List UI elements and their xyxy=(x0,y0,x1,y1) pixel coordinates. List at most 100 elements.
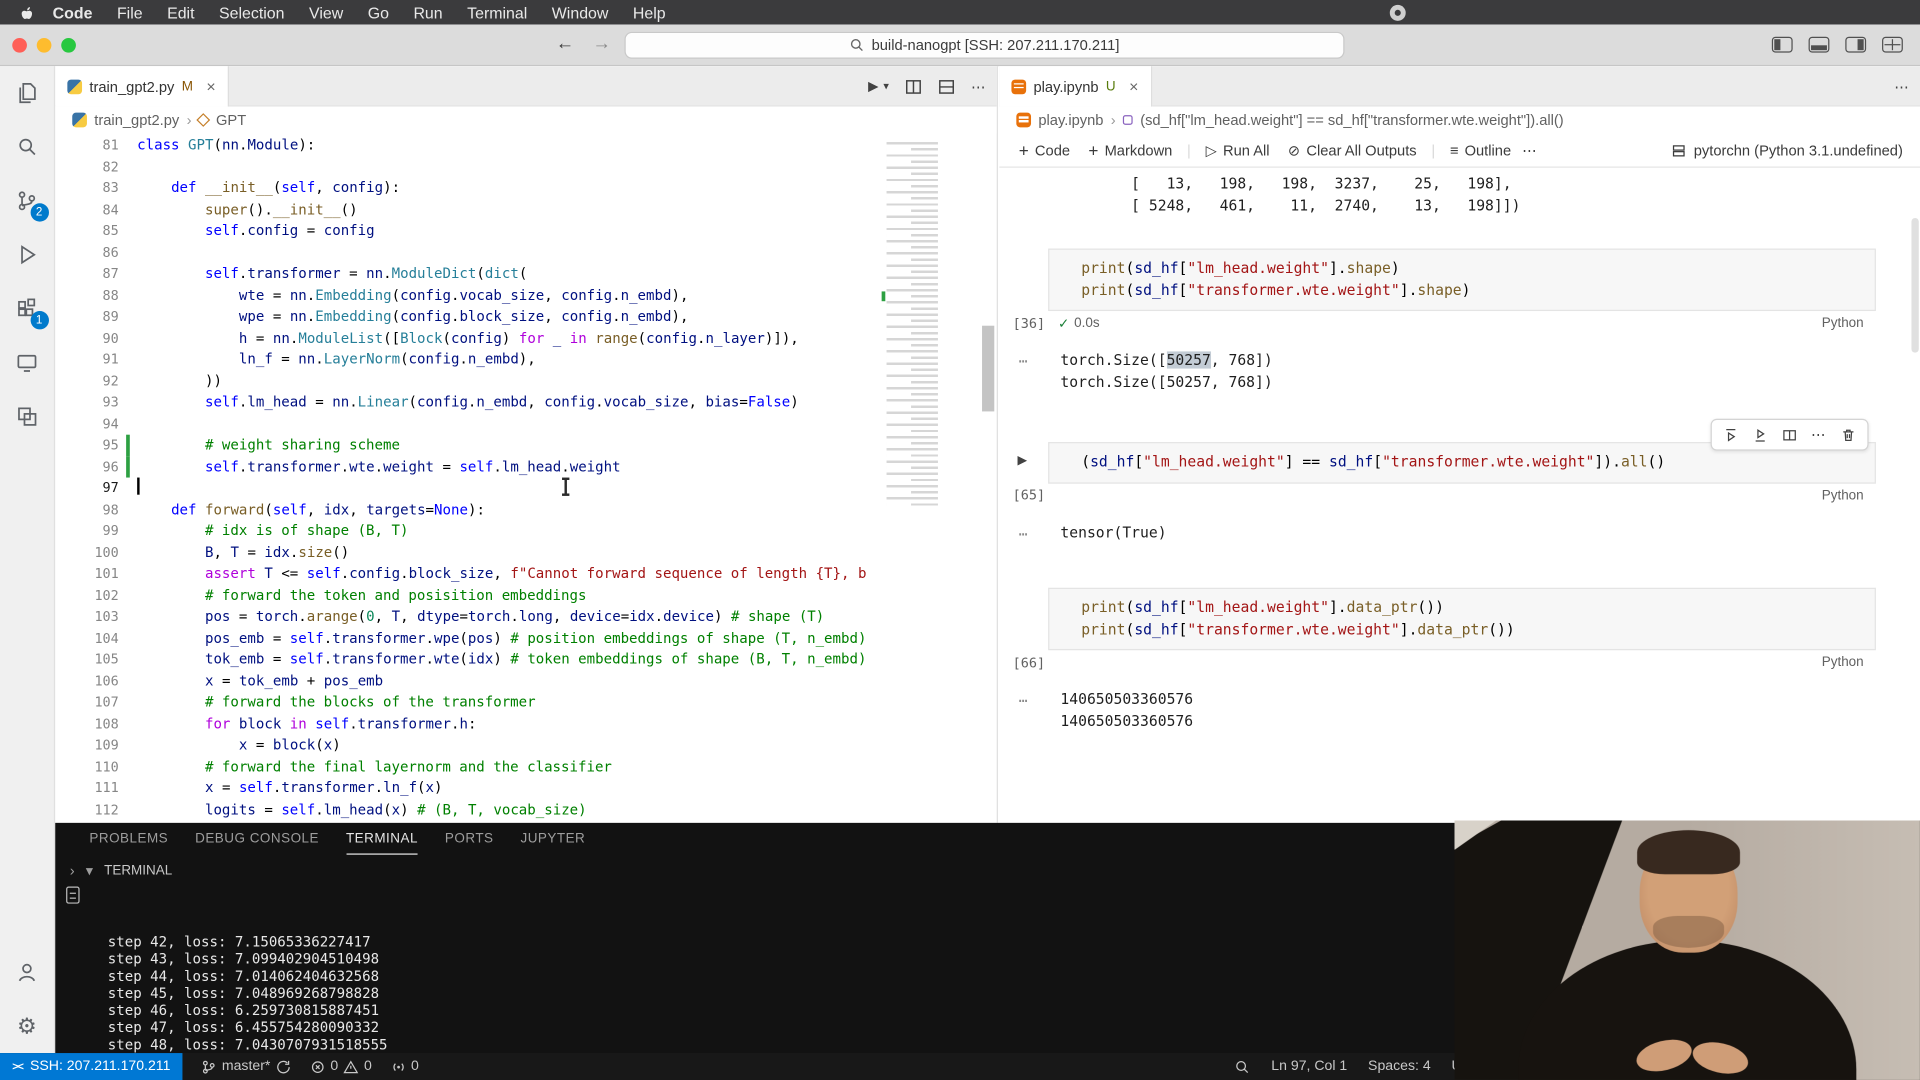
line-number[interactable]: 111 xyxy=(55,778,118,799)
close-tab-icon[interactable]: × xyxy=(206,77,215,95)
line-number[interactable]: 100 xyxy=(55,542,118,563)
screen-recorder-icon[interactable] xyxy=(1389,4,1406,21)
line-number[interactable]: 81 xyxy=(55,135,119,156)
line-number[interactable]: 97 xyxy=(55,478,119,499)
chevron-down-icon[interactable]: ▾ xyxy=(86,862,93,879)
line-number[interactable]: 83 xyxy=(55,178,119,199)
problems-indicator[interactable]: 0 0 xyxy=(310,1059,372,1075)
line-number[interactable]: 104 xyxy=(55,628,118,649)
toggle-secondary-sidebar-icon[interactable] xyxy=(1845,36,1867,53)
run-all-button[interactable]: ▷ Run All xyxy=(1198,141,1277,158)
breadcrumb-file[interactable]: play.ipynb xyxy=(1038,111,1103,128)
split-cell-icon[interactable] xyxy=(1782,427,1798,443)
outline-button[interactable]: ≡ Outline xyxy=(1443,141,1519,158)
code-line-91[interactable]: 91 ln_f = nn.LayerNorm(config.n_embd), xyxy=(55,349,997,370)
run-cell-button[interactable]: ▶ xyxy=(1018,454,1027,467)
go-forward-button[interactable]: → xyxy=(593,33,611,54)
add-markdown-cell-button[interactable]: + Markdown xyxy=(1081,141,1180,158)
panel-tab-debug-console[interactable]: DEBUG CONSOLE xyxy=(195,823,319,855)
menu-item-window[interactable]: Window xyxy=(540,3,621,21)
run-python-file-button[interactable]: ▶ xyxy=(868,78,878,95)
run-below-icon[interactable] xyxy=(1752,427,1768,443)
code-line-104[interactable]: 104 pos_emb = self.transformer.wpe(pos) … xyxy=(55,628,997,649)
code-line-83[interactable]: 83 def __init__(self, config): xyxy=(55,178,997,199)
line-number[interactable]: 82 xyxy=(55,156,119,177)
chevron-right-icon[interactable]: › xyxy=(70,862,75,879)
kernel-picker[interactable]: pytorchn (Python 3.1.undefined) xyxy=(1672,141,1908,159)
editor-scrollbar[interactable] xyxy=(980,135,997,823)
apple-menu-icon[interactable] xyxy=(17,3,33,21)
line-number[interactable]: 108 xyxy=(55,713,118,734)
code-line-86[interactable]: 86 xyxy=(55,242,997,263)
output-collapse-indicator[interactable]: ⋯ xyxy=(1019,351,1029,372)
code-line-107[interactable]: 107 # forward the blocks of the transfor… xyxy=(55,692,997,713)
code-line-94[interactable]: 94 xyxy=(55,413,997,434)
line-number[interactable]: 85 xyxy=(55,220,119,241)
code-line-93[interactable]: 93 self.lm_head = nn.Linear(config.n_emb… xyxy=(55,392,997,413)
code-line-101[interactable]: 101 assert T <= self.config.block_size, … xyxy=(55,563,997,584)
code-line-81[interactable]: 81 class GPT(nn.Module): xyxy=(55,135,997,156)
notebook-cell[interactable]: ⋯ ▶ (sd_hf["lm_head.weight"] == sd_hf["tra… xyxy=(1013,418,1876,508)
code-line-89[interactable]: 89 wpe = nn.Embedding(config.block_size,… xyxy=(55,306,997,327)
cell-language-picker[interactable]: Python xyxy=(1822,316,1876,331)
line-number[interactable]: 95 xyxy=(55,435,119,456)
code-line-106[interactable]: 106 x = tok_emb + pos_emb xyxy=(55,670,997,691)
line-number[interactable]: 89 xyxy=(55,306,119,327)
menu-item-edit[interactable]: Edit xyxy=(155,3,207,21)
cell-language-picker[interactable]: Python xyxy=(1822,488,1876,503)
line-number[interactable]: 106 xyxy=(55,670,118,691)
line-number[interactable]: 103 xyxy=(55,606,118,627)
toolbar-more-button[interactable]: ⋯ xyxy=(1522,141,1538,158)
code-line-96[interactable]: 96 self.transformer.wte.weight = self.lm… xyxy=(55,456,997,478)
line-number[interactable]: 93 xyxy=(55,392,119,413)
line-number[interactable]: 102 xyxy=(55,585,118,606)
add-code-cell-button[interactable]: + Code xyxy=(1011,141,1077,158)
code-line-84[interactable]: 84 super().__init__() xyxy=(55,199,997,220)
ports-indicator[interactable]: 0 xyxy=(390,1059,419,1075)
minimize-window-button[interactable] xyxy=(36,37,52,53)
menu-app-code[interactable]: Code xyxy=(40,3,104,21)
menu-item-view[interactable]: View xyxy=(297,3,356,21)
code-line-85[interactable]: 85 self.config = config xyxy=(55,220,997,241)
cell-code-editor[interactable]: print(sd_hf["lm_head.weight"].shape) prin… xyxy=(1048,248,1876,312)
code-line-97[interactable]: 97 xyxy=(55,477,997,499)
more-actions-button[interactable]: ⋯ xyxy=(971,78,987,95)
line-number[interactable]: 96 xyxy=(55,456,119,477)
line-number[interactable]: 84 xyxy=(55,199,119,220)
notebook-cell[interactable]: print(sd_hf["lm_head.weight"].data_ptr()… xyxy=(1013,587,1876,675)
output-collapse-indicator[interactable]: ⋯ xyxy=(1019,523,1029,544)
line-number[interactable]: 109 xyxy=(55,735,118,756)
code-line-95[interactable]: 95 # weight sharing scheme xyxy=(55,434,997,457)
menu-item-go[interactable]: Go xyxy=(355,3,401,21)
zoom-window-button[interactable] xyxy=(61,37,76,53)
panel-tab-jupyter[interactable]: JUPYTER xyxy=(520,823,585,855)
cell-code-editor[interactable]: print(sd_hf["lm_head.weight"].data_ptr()… xyxy=(1048,587,1876,651)
code-line-103[interactable]: 103 pos = torch.arange(0, T, dtype=torch… xyxy=(55,606,997,627)
line-number[interactable]: 101 xyxy=(55,563,118,584)
code-line-109[interactable]: 109 x = block(x) xyxy=(55,735,997,756)
explorer-icon[interactable] xyxy=(0,66,54,120)
notebook-scrollbar-thumb[interactable] xyxy=(1911,217,1919,353)
code-line-82[interactable]: 82 xyxy=(55,156,997,177)
panel-tab-terminal[interactable]: TERMINAL xyxy=(345,823,418,855)
code-line-110[interactable]: 110 # forward the final layernorm and th… xyxy=(55,756,997,777)
code-line-88[interactable]: 88 wte = nn.Embedding(config.vocab_size,… xyxy=(55,285,997,306)
menu-item-help[interactable]: Help xyxy=(621,3,678,21)
source-control-icon[interactable]: 2 xyxy=(0,174,54,228)
code-line-90[interactable]: 90 h = nn.ModuleList([Block(config) for … xyxy=(55,328,997,349)
go-back-button[interactable]: ← xyxy=(556,33,574,54)
code-line-108[interactable]: 108 for block in self.transformer.h: xyxy=(55,713,997,734)
panel-tab-problems[interactable]: PROBLEMS xyxy=(89,823,168,855)
code-line-92[interactable]: 92 )) xyxy=(55,370,997,391)
indentation-indicator[interactable]: Spaces: 4 xyxy=(1368,1059,1431,1074)
minimap[interactable] xyxy=(881,134,981,823)
menu-item-terminal[interactable]: Terminal xyxy=(455,3,540,21)
toggle-primary-sidebar-icon[interactable] xyxy=(1771,36,1793,53)
code-line-105[interactable]: 105 tok_emb = self.transformer.wte(idx) … xyxy=(55,649,997,670)
close-window-button[interactable] xyxy=(12,37,27,53)
line-number[interactable]: 99 xyxy=(55,520,119,541)
line-number[interactable]: 94 xyxy=(55,413,119,434)
settings-gear-icon[interactable]: ⚙ xyxy=(0,999,54,1053)
more-actions-button[interactable]: ⋯ xyxy=(1894,78,1910,95)
code-line-112[interactable]: 112 logits = self.lm_head(x) # (B, T, vo… xyxy=(55,799,997,820)
